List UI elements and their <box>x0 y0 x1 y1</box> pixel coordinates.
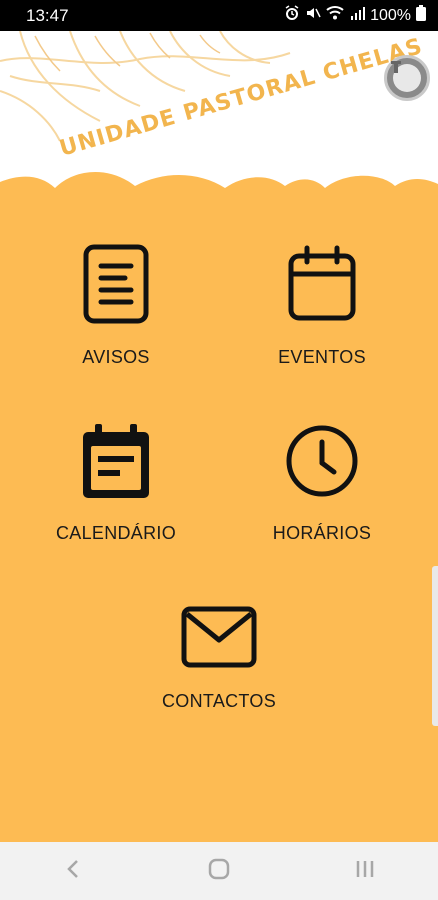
recents-button[interactable] <box>325 842 405 900</box>
logo-emblem-icon <box>391 61 421 92</box>
menu-label-horarios: HORÁRIOS <box>272 523 372 543</box>
mail-icon <box>181 606 257 673</box>
battery-icon <box>416 5 426 26</box>
menu-item-horarios[interactable]: HORÁRIOS <box>232 422 412 544</box>
back-button[interactable] <box>33 842 113 900</box>
document-icon <box>83 244 149 329</box>
signal-icon <box>349 5 366 26</box>
main-menu: AVISOS EVENTOS CALENDÁRIO HORÁRIOS CONTA… <box>0 200 438 842</box>
scroll-handle[interactable] <box>432 566 438 726</box>
battery-level: 100% <box>370 6 411 24</box>
menu-label-avisos: AVISOS <box>82 347 150 367</box>
recents-icon <box>355 859 375 884</box>
wifi-icon <box>326 5 344 26</box>
home-icon <box>208 858 230 885</box>
alarm-icon <box>284 5 300 26</box>
status-bar: 13:47 100% <box>0 0 438 31</box>
calendar-notes-icon <box>81 422 151 505</box>
menu-item-eventos[interactable]: EVENTOS <box>232 244 412 368</box>
home-button[interactable] <box>179 842 259 900</box>
clock-icon <box>284 422 360 505</box>
system-nav-bar <box>0 842 438 900</box>
menu-item-avisos[interactable]: AVISOS <box>26 244 206 368</box>
status-icons: 100% <box>284 5 426 26</box>
menu-label-eventos: EVENTOS <box>278 347 366 367</box>
menu-label-calendario: CALENDÁRIO <box>55 523 177 543</box>
menu-item-calendario[interactable]: CALENDÁRIO <box>26 422 206 544</box>
parish-logo <box>384 55 430 101</box>
calendar-icon <box>287 244 357 329</box>
menu-label-contactos: CONTACTOS <box>161 691 277 711</box>
menu-item-contactos[interactable]: CONTACTOS <box>129 606 309 712</box>
status-time: 13:47 <box>26 5 69 25</box>
back-icon <box>66 859 80 884</box>
mute-icon <box>305 5 321 26</box>
